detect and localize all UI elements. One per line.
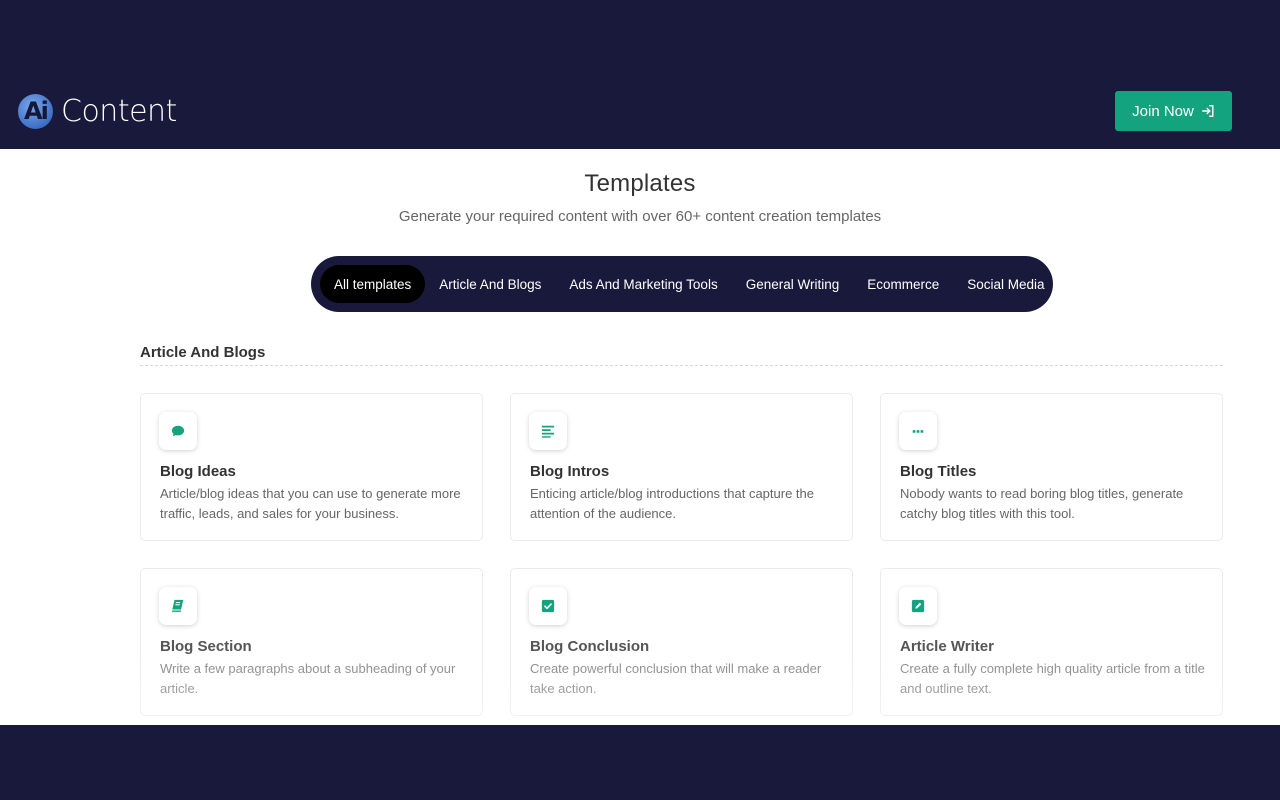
template-card-blog-intros[interactable]: Blog Intros Enticing article/blog introd… bbox=[510, 393, 853, 541]
logo-text: Content bbox=[61, 94, 177, 129]
tab-ads-and-marketing-tools[interactable]: Ads And Marketing Tools bbox=[555, 265, 731, 303]
template-card-blog-conclusion[interactable]: Blog Conclusion Create powerful conclusi… bbox=[510, 568, 853, 716]
card-description: Write a few paragraphs about a subheadin… bbox=[160, 661, 456, 696]
site-logo[interactable]: Ai Content bbox=[18, 94, 177, 129]
site-footer bbox=[0, 725, 1280, 800]
ellipsis-icon bbox=[912, 430, 924, 433]
tab-ecommerce[interactable]: Ecommerce bbox=[853, 265, 953, 303]
template-card-article-writer[interactable]: Article Writer Create a fully complete h… bbox=[880, 568, 1223, 716]
template-card-blog-ideas[interactable]: Blog Ideas Article/blog ideas that you c… bbox=[140, 393, 483, 541]
join-now-label: Join Now bbox=[1132, 102, 1194, 120]
edit-square-icon bbox=[911, 599, 925, 613]
card-description: Article/blog ideas that you can use to g… bbox=[160, 486, 461, 521]
text-align-icon bbox=[541, 425, 555, 438]
tab-all-templates[interactable]: All templates bbox=[320, 265, 426, 303]
main-content: Templates Generate your required content… bbox=[0, 149, 1280, 725]
tab-general-writing[interactable]: General Writing bbox=[732, 265, 854, 303]
card-title: Blog Titles bbox=[900, 463, 977, 480]
template-card-blog-section[interactable]: Blog Section Write a few paragraphs abou… bbox=[140, 568, 483, 716]
sign-in-icon bbox=[1201, 105, 1214, 117]
tab-social-media[interactable]: Social Media bbox=[953, 265, 1058, 303]
logo-mark-text: Ai bbox=[24, 97, 49, 125]
card-title: Blog Section bbox=[160, 638, 252, 655]
chat-bubble-icon bbox=[171, 425, 185, 437]
template-card-blog-titles[interactable]: Blog Titles Nobody wants to read boring … bbox=[880, 393, 1223, 541]
card-title: Blog Ideas bbox=[160, 463, 236, 480]
tab-article-and-blogs[interactable]: Article And Blogs bbox=[425, 265, 555, 303]
card-title: Blog Conclusion bbox=[530, 638, 650, 655]
section-divider bbox=[140, 365, 1223, 366]
book-icon bbox=[171, 599, 184, 613]
logo-mark: Ai bbox=[18, 94, 53, 129]
join-now-button[interactable]: Join Now bbox=[1115, 91, 1232, 131]
card-description: Create a fully complete high quality art… bbox=[900, 661, 1205, 696]
card-title: Article Writer bbox=[900, 638, 994, 655]
card-description: Create powerful conclusion that will mak… bbox=[530, 661, 822, 696]
page-subtitle: Generate your required content with over… bbox=[398, 208, 882, 225]
template-category-tabs: All templates Article And Blogs Ads And … bbox=[311, 256, 1053, 312]
page-title: Templates bbox=[584, 170, 696, 197]
site-header: Ai Content Join Now bbox=[0, 0, 1280, 149]
check-square-icon bbox=[541, 599, 555, 613]
card-description: Enticing article/blog introductions that… bbox=[530, 486, 815, 521]
card-description: Nobody wants to read boring blog titles,… bbox=[900, 486, 1184, 521]
card-title: Blog Intros bbox=[530, 463, 610, 480]
section-heading: Article And Blogs bbox=[140, 344, 266, 361]
